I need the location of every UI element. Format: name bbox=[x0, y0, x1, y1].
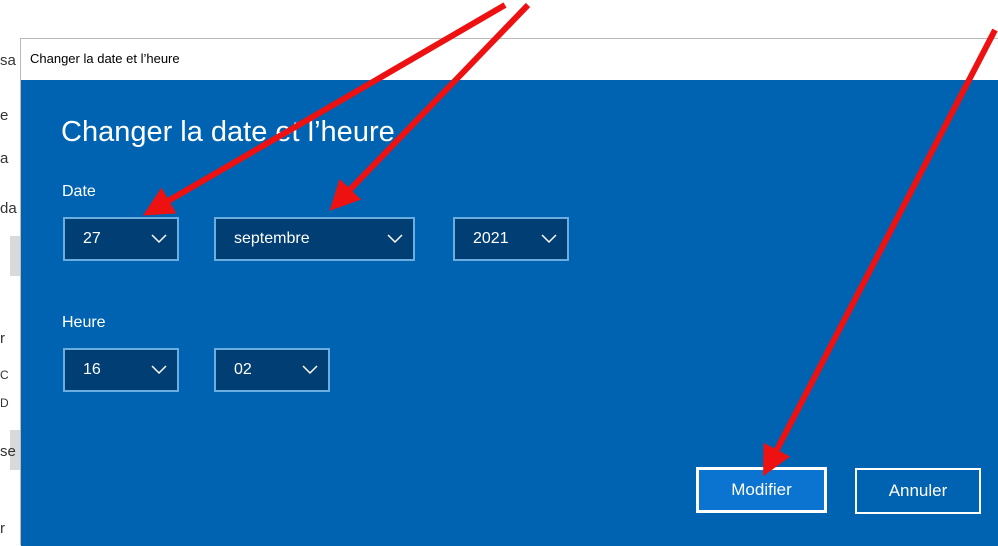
day-value: 27 bbox=[83, 230, 101, 247]
background-text-fragment: r bbox=[0, 520, 5, 537]
month-value: septembre bbox=[234, 230, 310, 247]
dialog-content: Changer la date et l’heure Date 27 septe… bbox=[21, 80, 998, 546]
background-text-fragment: C bbox=[0, 368, 9, 382]
background-text-fragment: r bbox=[0, 330, 5, 347]
chevron-down-icon bbox=[151, 365, 167, 375]
background-text-fragment: sa bbox=[0, 52, 16, 69]
chevron-down-icon bbox=[302, 365, 318, 375]
chevron-down-icon bbox=[387, 234, 403, 244]
year-select[interactable]: 2021 bbox=[453, 217, 569, 261]
minute-value: 02 bbox=[234, 361, 252, 378]
background-text-fragment: e bbox=[0, 107, 9, 124]
date-label: Date bbox=[62, 183, 96, 200]
year-value: 2021 bbox=[473, 230, 509, 247]
modify-button[interactable]: Modifier bbox=[696, 467, 827, 513]
hour-select[interactable]: 16 bbox=[63, 348, 179, 392]
change-date-time-dialog: Changer la date et l’heure Changer la da… bbox=[20, 38, 998, 546]
hour-value: 16 bbox=[83, 361, 101, 378]
chevron-down-icon bbox=[151, 234, 167, 244]
chevron-down-icon bbox=[541, 234, 557, 244]
time-label: Heure bbox=[62, 314, 106, 331]
annotation-banner bbox=[0, 0, 998, 38]
window-title: Changer la date et l’heure bbox=[30, 51, 180, 66]
background-text-fragment: da bbox=[0, 200, 17, 217]
background-text-fragment: a bbox=[0, 150, 9, 167]
dialog-heading: Changer la date et l’heure bbox=[61, 116, 395, 148]
background-text-fragment: D bbox=[0, 396, 9, 410]
minute-select[interactable]: 02 bbox=[214, 348, 330, 392]
cancel-button[interactable]: Annuler bbox=[855, 468, 981, 514]
background-text-fragment: se bbox=[0, 443, 16, 460]
month-select[interactable]: septembre bbox=[214, 217, 415, 261]
dialog-titlebar[interactable]: Changer la date et l’heure bbox=[21, 39, 998, 80]
day-select[interactable]: 27 bbox=[63, 217, 179, 261]
